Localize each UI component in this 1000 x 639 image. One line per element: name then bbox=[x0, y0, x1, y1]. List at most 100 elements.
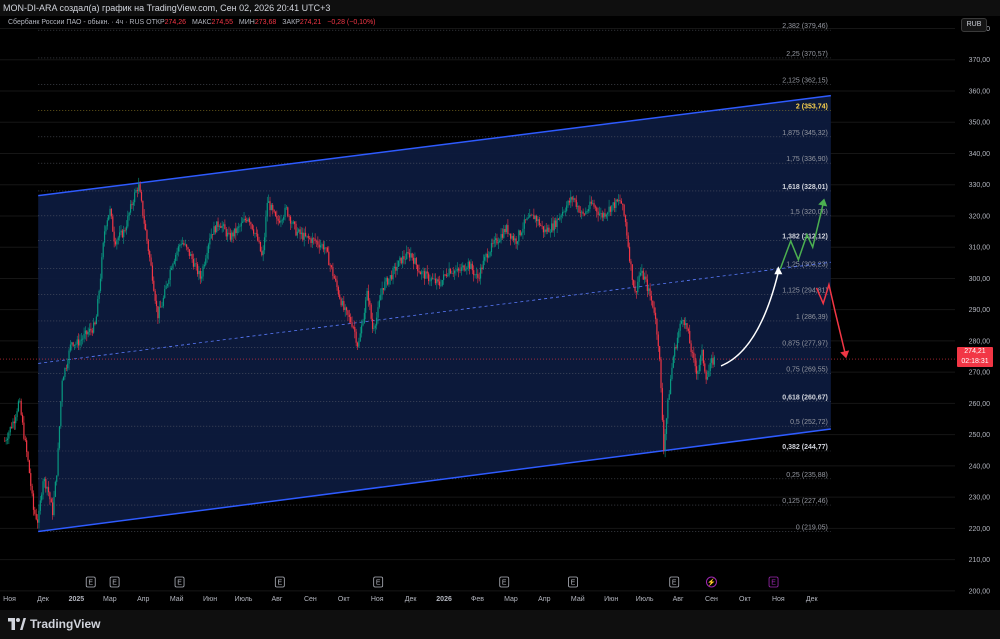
candle-body bbox=[469, 261, 471, 269]
candle-body bbox=[139, 184, 141, 193]
candle-body bbox=[496, 238, 498, 244]
candle-body bbox=[675, 347, 677, 349]
candle-body bbox=[613, 202, 616, 208]
candle-body bbox=[38, 510, 40, 523]
earnings-event-label: E bbox=[672, 580, 677, 587]
candle-body bbox=[97, 298, 99, 317]
candle-body bbox=[493, 240, 495, 244]
candle-body bbox=[656, 318, 658, 335]
candle-body bbox=[510, 233, 512, 239]
candle-body bbox=[630, 261, 632, 265]
candle-body bbox=[56, 475, 58, 482]
candle-body bbox=[419, 272, 421, 275]
candle-body bbox=[54, 481, 56, 497]
candle-body bbox=[239, 226, 241, 227]
candle-body bbox=[519, 230, 521, 236]
candle-body bbox=[39, 500, 41, 511]
candle-body bbox=[49, 492, 51, 500]
y-axis-tick-label: 280,00 bbox=[969, 338, 991, 345]
y-axis-tick-label: 340,00 bbox=[969, 151, 991, 158]
brand-logo[interactable]: TradingView bbox=[8, 617, 100, 631]
x-axis-tick-label: Май bbox=[571, 595, 585, 603]
candle-body bbox=[544, 229, 546, 233]
candle-body bbox=[430, 278, 432, 281]
fib-label: 0 (219,05) bbox=[796, 524, 828, 531]
candle-body bbox=[82, 338, 84, 340]
candle-body bbox=[395, 266, 397, 271]
price-chart[interactable]: 0 (219,05) 0,125 (227,46) 0,25 (235,88) 0,3… bbox=[0, 16, 1000, 610]
candle-body bbox=[631, 264, 633, 281]
candle-body bbox=[460, 267, 463, 271]
candle-body bbox=[220, 226, 222, 228]
candle-body bbox=[136, 190, 138, 191]
tradingview-icon bbox=[8, 618, 26, 630]
candle-body bbox=[205, 258, 207, 265]
candle-body bbox=[143, 215, 145, 224]
symbol-legend: Сбербанк России ПАО - обыкн. · 4ч · RUS … bbox=[8, 19, 380, 26]
y-axis-tick-label: 310,00 bbox=[969, 245, 991, 252]
candle-body bbox=[437, 279, 439, 282]
x-axis-tick-label: Фев bbox=[471, 596, 484, 603]
candle-body bbox=[501, 234, 504, 238]
candle-body bbox=[530, 214, 532, 216]
candle-body bbox=[642, 270, 644, 280]
candle-body bbox=[602, 213, 605, 218]
x-axis-tick-label: Авг bbox=[673, 596, 684, 603]
candle-body bbox=[95, 316, 97, 325]
candle-body bbox=[9, 426, 11, 433]
candle-body bbox=[711, 358, 713, 363]
candle-body bbox=[158, 306, 160, 319]
candle-body bbox=[162, 297, 164, 307]
candle-body bbox=[175, 255, 177, 261]
candle-body bbox=[244, 218, 246, 221]
candle-body bbox=[568, 200, 571, 203]
candle-body bbox=[109, 208, 111, 216]
candle-body bbox=[114, 241, 117, 245]
candle-body bbox=[17, 401, 20, 412]
candle-body bbox=[78, 339, 80, 346]
candle-body bbox=[309, 237, 311, 239]
candle-body bbox=[438, 281, 441, 286]
candle-body bbox=[608, 206, 610, 213]
y-axis-tick-label: 220,00 bbox=[969, 526, 991, 533]
candle-body bbox=[117, 237, 119, 241]
candle-body bbox=[240, 222, 242, 227]
symbol-title[interactable]: Сбербанк России ПАО - обыкн. · 4ч · RUS bbox=[8, 19, 144, 26]
candle-body bbox=[295, 223, 297, 236]
candle-body bbox=[701, 349, 703, 356]
y-axis-tick-label: 360,00 bbox=[969, 88, 991, 95]
candle-body bbox=[87, 331, 89, 335]
candle-body bbox=[396, 266, 398, 271]
candle-body bbox=[384, 281, 386, 290]
candle-body bbox=[140, 192, 143, 201]
candle-body bbox=[687, 328, 689, 331]
candle-body bbox=[151, 265, 154, 281]
candle-body bbox=[58, 426, 61, 449]
candle-body bbox=[307, 235, 309, 238]
candle-body bbox=[99, 278, 102, 291]
candle-body bbox=[559, 216, 561, 220]
candle-body bbox=[150, 257, 152, 266]
candle-body bbox=[434, 278, 437, 284]
candle-body bbox=[166, 284, 169, 286]
candle-body bbox=[41, 494, 43, 501]
candle-body bbox=[448, 268, 450, 276]
dividend-event-label: ⚡ bbox=[707, 578, 716, 587]
currency-button[interactable]: RUB bbox=[961, 18, 987, 32]
candle-body bbox=[147, 240, 149, 251]
candle-body bbox=[203, 264, 205, 267]
candle-body bbox=[347, 310, 349, 315]
candle-body bbox=[285, 207, 288, 208]
fib-label: 2 (353,74) bbox=[796, 104, 828, 111]
candle-body bbox=[462, 265, 464, 268]
candle-body bbox=[653, 307, 655, 313]
candle-body bbox=[303, 232, 305, 240]
candle-body bbox=[575, 199, 577, 207]
candle-body bbox=[45, 479, 47, 489]
candle-body bbox=[691, 352, 694, 353]
candle-body bbox=[170, 268, 173, 270]
candle-body bbox=[237, 226, 240, 228]
candle-body bbox=[255, 233, 257, 234]
candle-body bbox=[325, 247, 327, 249]
candle-body bbox=[128, 212, 130, 216]
